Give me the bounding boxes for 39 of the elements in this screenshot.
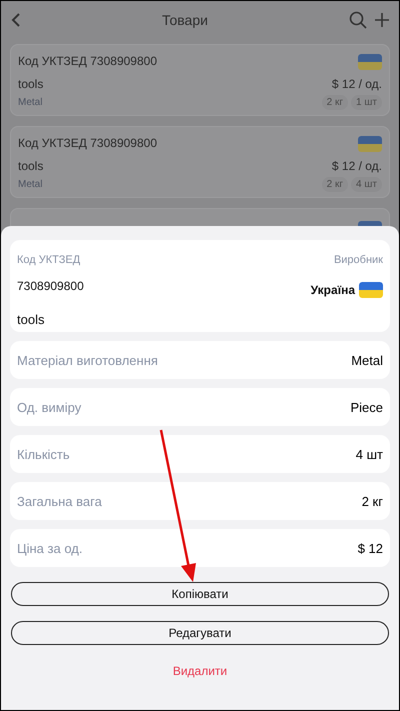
maker-value: Україна [310, 282, 355, 296]
product-name: tools [18, 159, 44, 173]
product-code: Код УКТЗЕД 7308909800 [18, 136, 158, 152]
code-label: Код УКТЗЕД [17, 254, 82, 268]
copy-button[interactable]: Копіювати [11, 582, 389, 606]
maker-label: Виробник [334, 254, 383, 268]
detail-value: 2 кг [362, 494, 383, 508]
product-material: Metal [18, 179, 44, 190]
code-value: 7308909800 [17, 279, 85, 295]
delete-button[interactable]: Видалити [168, 660, 232, 682]
product-tag: 1 шт [351, 95, 382, 110]
detail-label: Ціна за од. [17, 540, 82, 556]
add-icon[interactable] [375, 12, 389, 26]
detail-value: Metal [351, 352, 383, 368]
product-name: tools [17, 312, 46, 329]
detail-value: Piece [350, 400, 383, 414]
page-title: Товари [161, 12, 209, 28]
product-name: tools [18, 77, 44, 91]
ukraine-flag-icon [359, 282, 383, 298]
product-card[interactable]: Код УКТЗЕД 7308909800 tools $ 12 / од. Metal 2 кг 4 шт [10, 126, 390, 198]
detail-label: Кількість [17, 446, 70, 462]
edit-button[interactable]: Редагувати [11, 621, 389, 645]
product-price: $ 12 / од. [332, 159, 382, 173]
back-icon[interactable] [11, 12, 21, 26]
detail-value: 4 шт [356, 446, 383, 462]
product-tag: 2 кг [322, 95, 348, 110]
detail-label: Од. виміру [17, 400, 82, 414]
product-price: $ 12 / од. [332, 77, 382, 91]
detail-label: Матеріал виготовлення [17, 352, 158, 368]
product-tag: 4 шт [351, 177, 382, 192]
detail-label: Загальна вага [17, 494, 102, 508]
ukraine-flag-icon [358, 136, 382, 152]
detail-value: $ 12 [358, 540, 383, 556]
product-code: Код УКТЗЕД 7308909800 [18, 54, 158, 70]
ukraine-flag-icon [358, 54, 382, 70]
product-card[interactable]: Код УКТЗЕД 7308909800 tools $ 12 / од. Metal 2 кг 1 шт [10, 44, 390, 116]
product-tag: 2 кг [322, 177, 348, 192]
product-material: Metal [18, 97, 44, 108]
search-icon[interactable] [349, 10, 367, 28]
